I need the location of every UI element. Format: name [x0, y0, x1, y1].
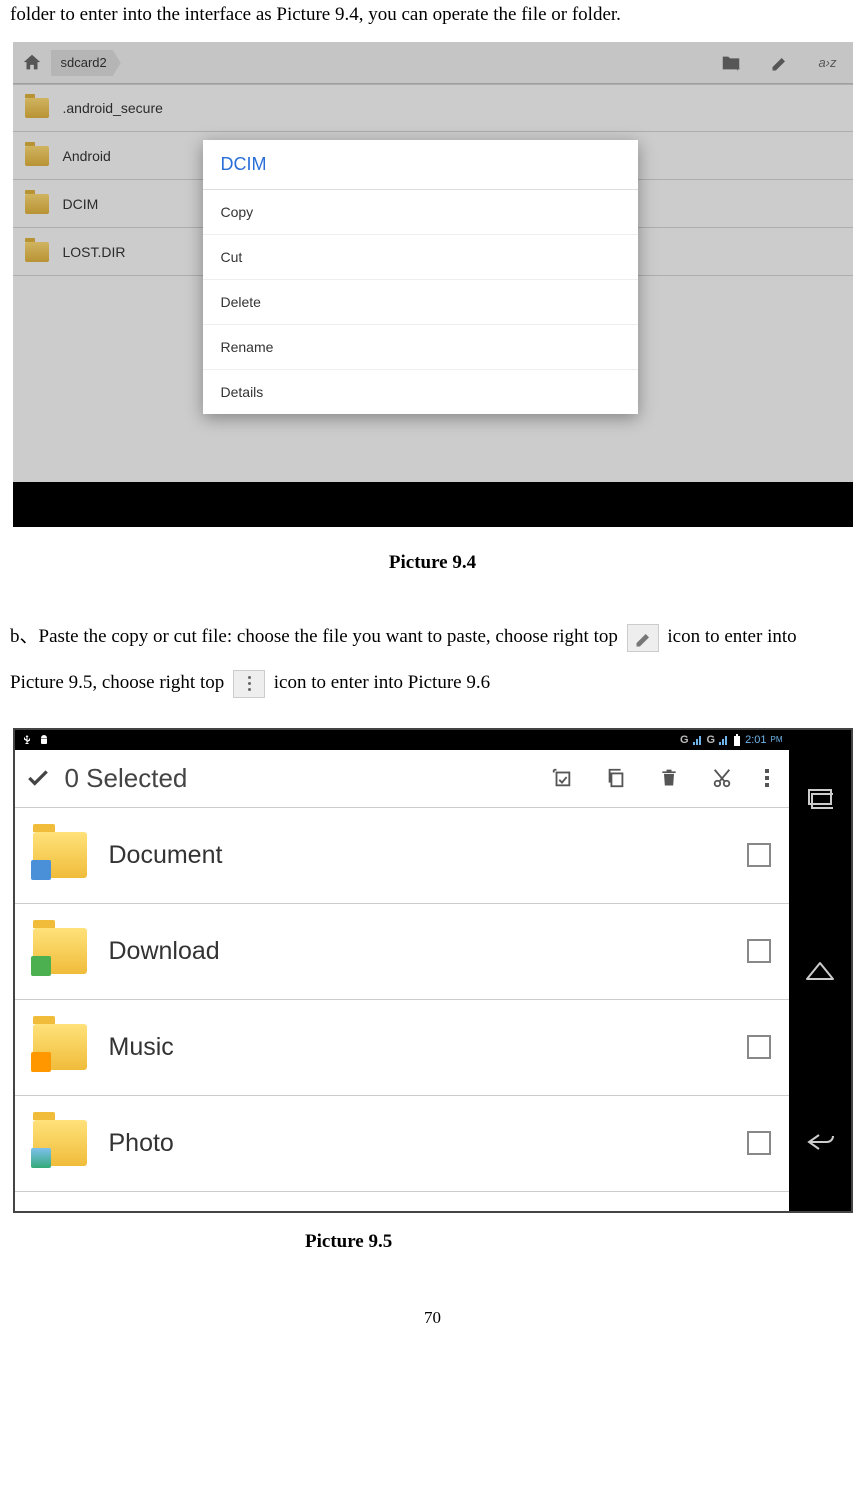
nav-bar: [789, 730, 851, 1211]
usb-icon: [21, 734, 33, 746]
figure-9-4: sdcard2 + a›z .android_secure Android DC…: [13, 42, 853, 527]
folder-icon: [33, 832, 87, 878]
g-indicator-icon: G: [680, 734, 689, 746]
copy-icon[interactable]: [605, 767, 627, 789]
inline-overflow-icon: [233, 670, 265, 698]
file-selector-app: G G 2:01 PM 0 Selected: [15, 730, 789, 1211]
list-item[interactable]: Music: [15, 1000, 789, 1096]
menu-item-details[interactable]: Details: [203, 370, 638, 414]
caption-9-4: Picture 9.4: [10, 552, 855, 574]
back-button[interactable]: [789, 1117, 851, 1167]
caption-9-5: Picture 9.5: [10, 1231, 855, 1253]
done-icon[interactable]: [25, 765, 51, 791]
home-button[interactable]: [789, 945, 851, 995]
download-badge-icon: [31, 956, 51, 976]
signal-icon: [719, 735, 729, 745]
status-ampm: PM: [771, 735, 783, 744]
para-b-part3: icon to enter into Picture 9.6: [274, 672, 490, 693]
folder-label: Document: [109, 841, 747, 870]
signal-icon: [693, 735, 703, 745]
checkbox[interactable]: [747, 1035, 771, 1059]
paragraph-b: b、Paste the copy or cut file: choose the…: [10, 614, 855, 705]
list-item[interactable]: Download: [15, 904, 789, 1000]
checkbox[interactable]: [747, 843, 771, 867]
folder-icon: [33, 1024, 87, 1070]
menu-item-rename[interactable]: Rename: [203, 325, 638, 370]
list-item[interactable]: Document: [15, 808, 789, 904]
selected-count: 0 Selected: [65, 763, 551, 794]
status-time: 2:01: [745, 734, 766, 746]
folder-list: Document Download Music: [15, 808, 789, 1211]
cut-icon[interactable]: [711, 767, 733, 789]
select-all-icon[interactable]: [551, 767, 573, 789]
menu-item-copy[interactable]: Copy: [203, 190, 638, 235]
trash-icon[interactable]: [659, 767, 679, 789]
folder-icon: [33, 928, 87, 974]
folder-label: Music: [109, 1033, 747, 1062]
folder-icon: [33, 1120, 87, 1166]
menu-item-cut[interactable]: Cut: [203, 235, 638, 280]
intro-text: folder to enter into the interface as Pi…: [10, 0, 855, 30]
photo-badge-icon: [31, 1148, 51, 1168]
list-item[interactable]: Photo: [15, 1096, 789, 1192]
checkbox[interactable]: [747, 1131, 771, 1155]
battery-icon: [733, 734, 741, 746]
inline-pencil-icon: [627, 624, 659, 652]
folder-label: Download: [109, 937, 747, 966]
folder-label: Photo: [109, 1129, 747, 1158]
figure-9-5: G G 2:01 PM 0 Selected: [13, 728, 853, 1213]
menu-item-delete[interactable]: Delete: [203, 280, 638, 325]
status-bar: G G 2:01 PM: [15, 730, 789, 750]
android-icon: [37, 734, 51, 746]
g-indicator-icon: G: [707, 734, 716, 746]
checkbox[interactable]: [747, 939, 771, 963]
action-bar: 0 Selected: [15, 750, 789, 808]
para-b-part1: b、Paste the copy or cut file: choose the…: [10, 626, 623, 647]
recent-apps-button[interactable]: [789, 774, 851, 824]
overflow-icon[interactable]: [765, 769, 769, 787]
context-menu-title: DCIM: [203, 140, 638, 190]
music-badge-icon: [31, 1052, 51, 1072]
page-number: 70: [10, 1308, 855, 1348]
context-menu: DCIM Copy Cut Delete Rename Details: [203, 140, 638, 414]
document-badge-icon: [31, 860, 51, 880]
